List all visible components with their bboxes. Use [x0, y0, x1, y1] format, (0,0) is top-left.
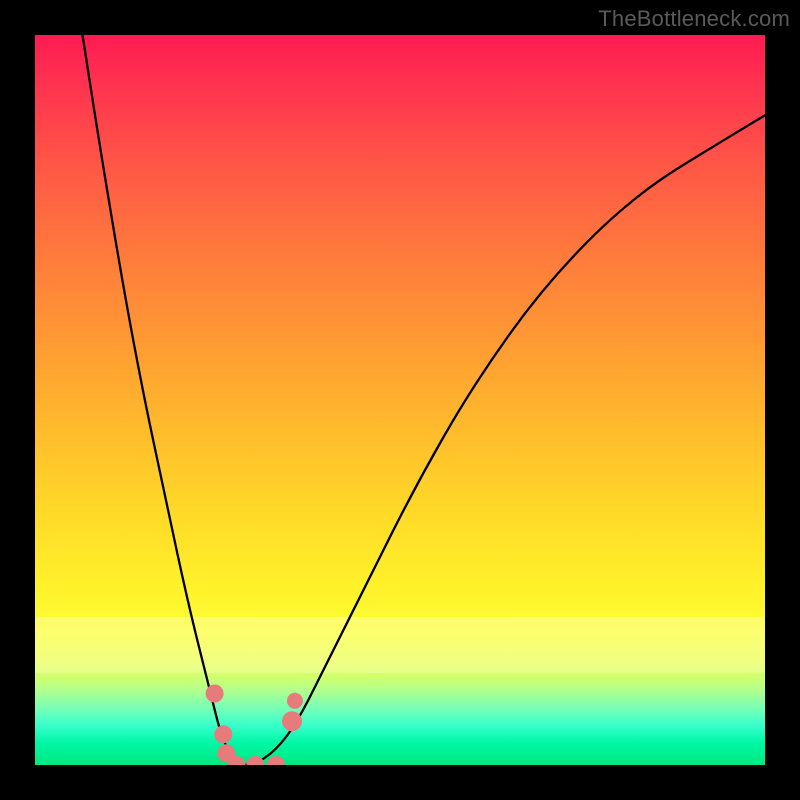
watermark-text: TheBottleneck.com: [598, 6, 790, 32]
data-marker: [214, 725, 232, 743]
curve-layer: [35, 35, 765, 765]
data-marker: [247, 756, 265, 765]
chart-frame: TheBottleneck.com: [0, 0, 800, 800]
bottleneck-curve: [83, 35, 766, 765]
data-marker: [287, 693, 303, 709]
plot-area: [35, 35, 765, 765]
data-marker: [267, 756, 285, 765]
data-marker: [282, 711, 302, 731]
curve-markers: [206, 685, 303, 766]
data-marker: [206, 685, 224, 703]
